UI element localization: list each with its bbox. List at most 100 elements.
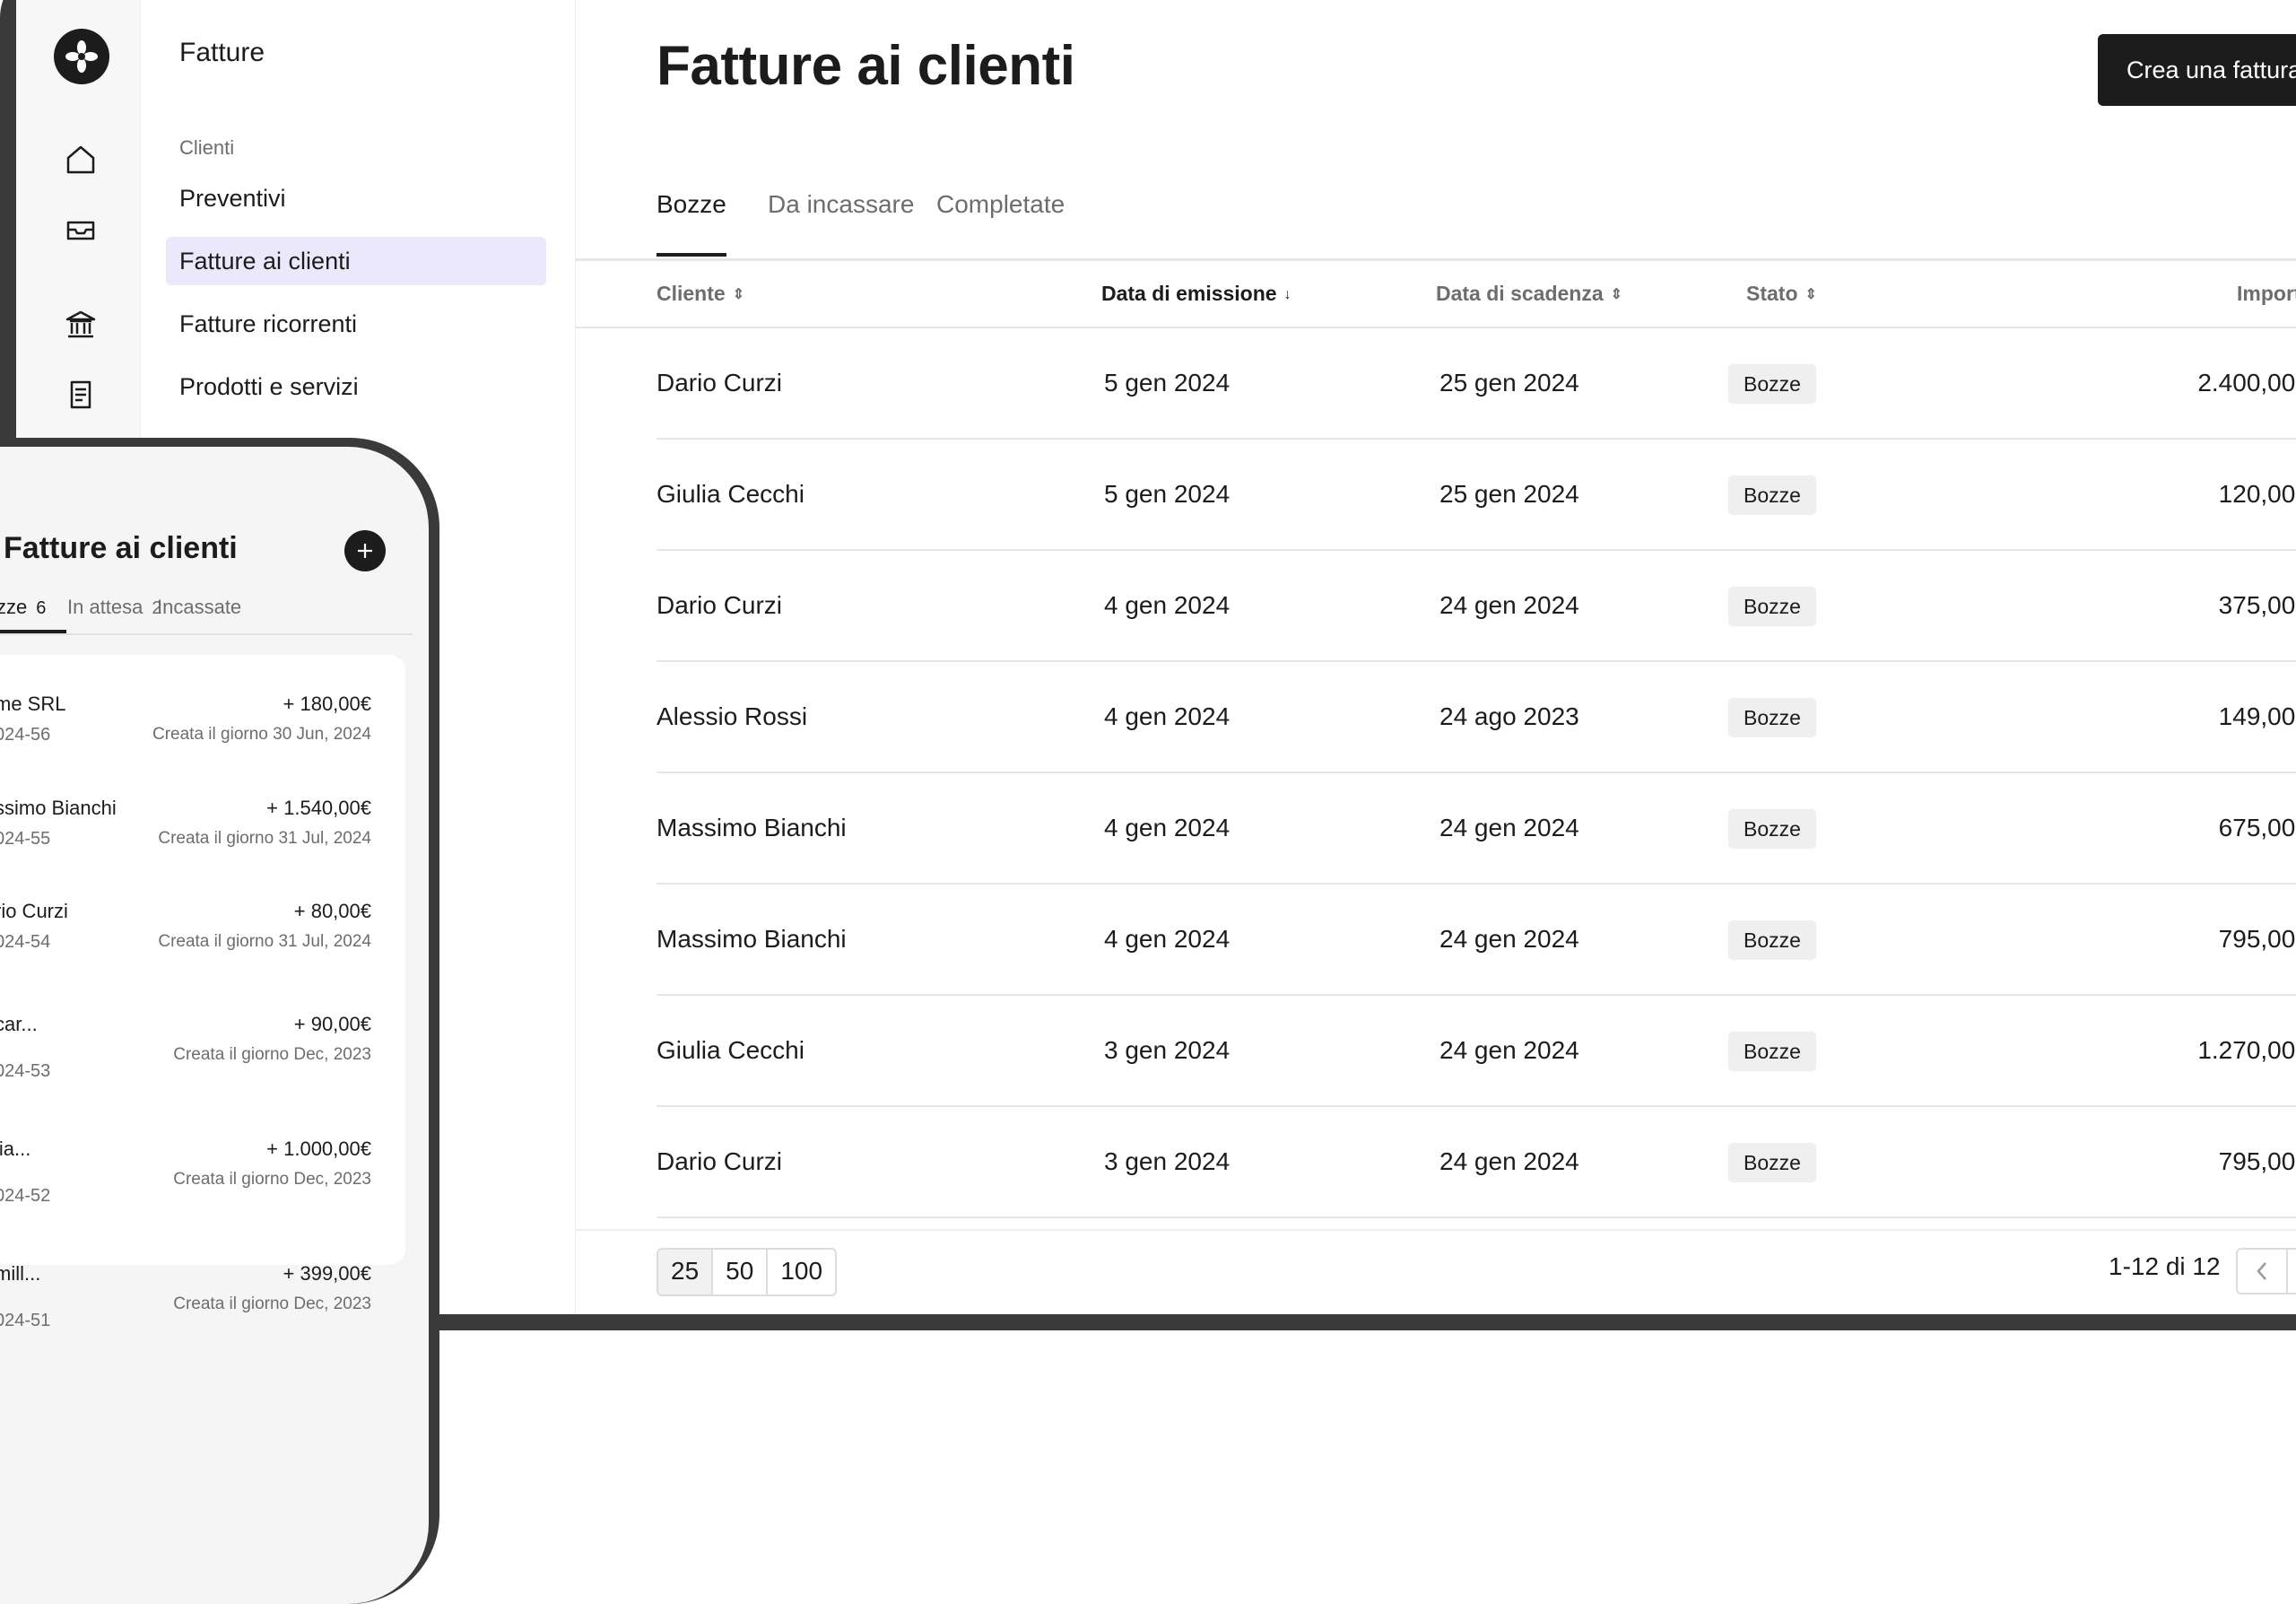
cell-importo: 375,00 EU (2218, 591, 2296, 619)
footer-divider (575, 1229, 2296, 1231)
phone-tab-bozze[interactable]: zze 6 (0, 596, 46, 619)
column-header-emissione[interactable]: Data di emissione ↓ (1101, 282, 1292, 306)
cell-scadenza: 24 gen 2024 (1439, 1036, 1579, 1064)
list-item[interactable]: ssimo Bianchi 024-55 + 1.540,00€ Creata … (0, 757, 404, 865)
column-header-stato[interactable]: Stato ⇕ (1746, 282, 1817, 306)
cell-cliente: Alessio Rossi (657, 702, 808, 730)
subnav-title: Fatture (179, 38, 265, 67)
next-page-button[interactable] (2286, 1250, 2296, 1293)
list-item-name: me SRL (0, 693, 66, 715)
table-row[interactable]: Dario Curzi 5 gen 2024 25 gen 2024 Bozze… (657, 328, 2296, 440)
list-item-amount: + 80,00€ (293, 900, 371, 922)
tab-da-incassare[interactable]: Da incassare (768, 190, 914, 257)
phone-tab-in-attesa[interactable]: In attesa 2 (67, 596, 162, 619)
cell-cliente: Dario Curzi (657, 369, 783, 397)
table-row[interactable]: Giulia Cecchi 5 gen 2024 25 gen 2024 Boz… (657, 440, 2296, 551)
cell-cliente: Massimo Bianchi (657, 814, 847, 841)
list-item-name: lia... (0, 1138, 31, 1160)
phone-tab-count: 6 (36, 598, 47, 618)
status-badge: Bozze (1728, 698, 1816, 737)
cell-importo: 675,00 EU (2218, 814, 2296, 841)
tab-bozze[interactable]: Bozze (657, 190, 726, 257)
logo-icon (65, 40, 98, 73)
status-badge: Bozze (1728, 1032, 1816, 1071)
status-badge: Bozze (1728, 920, 1816, 960)
cell-emissione: 3 gen 2024 (1104, 1036, 1231, 1064)
list-item[interactable]: rio Curzi 024-54 + 80,00€ Creata il gior… (0, 860, 404, 968)
subnav-item-fatture-ricorrenti[interactable]: Fatture ricorrenti (166, 300, 546, 348)
list-item-name: rio Curzi (0, 900, 68, 922)
table-row[interactable]: Dario Curzi 3 gen 2024 24 gen 2024 Bozze… (657, 1107, 2296, 1218)
list-item-name: ssimo Bianchi (0, 797, 117, 819)
page-size-selector: 25 50 100 (657, 1248, 838, 1296)
previous-page-button[interactable] (2238, 1250, 2286, 1293)
subnav-item-fatture-ai-clienti[interactable]: Fatture ai clienti (166, 237, 546, 285)
home-icon[interactable] (63, 142, 99, 178)
cell-importo: 149,00 EU (2218, 702, 2296, 730)
list-item-number: 024-54 (0, 932, 51, 952)
phone-invoice-list: me SRL 024-56 + 180,00€ Creata il giorno… (0, 655, 405, 1330)
subnav-item-preventivi[interactable]: Preventivi (166, 174, 546, 222)
inbox-icon[interactable] (63, 212, 99, 248)
list-item-number: 024-55 (0, 829, 51, 849)
page-size-100[interactable]: 100 (768, 1250, 835, 1295)
phone-tab-label: In attesa (67, 596, 144, 618)
cell-emissione: 4 gen 2024 (1104, 591, 1231, 619)
list-item-number: 024-56 (0, 725, 51, 745)
list-item[interactable]: me SRL 024-56 + 180,00€ Creata il giorno… (0, 655, 404, 763)
table-row[interactable]: Massimo Bianchi 4 gen 2024 24 gen 2024 B… (657, 885, 2296, 996)
list-item[interactable]: car... 024-53 + 90,00€ Creata il giorno … (0, 973, 404, 1081)
column-header-cliente[interactable]: Cliente ⇕ (657, 282, 744, 306)
phone-tab-active-indicator (0, 630, 66, 633)
cell-importo: 795,00 EU (2218, 1147, 2296, 1175)
page-size-50[interactable]: 50 (713, 1250, 769, 1295)
sort-descending-icon: ↓ (1283, 287, 1292, 302)
sort-icon: ⇕ (732, 287, 745, 302)
subnav-item-prodotti-e-servizi[interactable]: Prodotti e servizi (166, 362, 546, 411)
list-item-date: Creata il giorno Dec, 2023 (173, 1295, 371, 1313)
list-item-amount: + 180,00€ (283, 693, 371, 715)
list-item[interactable]: mill... 024-51 + 399,00€ Creata il giorn… (0, 1223, 404, 1330)
page-size-25[interactable]: 25 (658, 1250, 714, 1295)
create-invoice-button[interactable]: Crea una fattura (2098, 34, 2296, 106)
table-row[interactable]: Alessio Rossi 4 gen 2024 24 ago 2023 Boz… (657, 662, 2296, 773)
list-item-date: Creata il giorno Dec, 2023 (173, 1170, 371, 1189)
cell-cliente: Dario Curzi (657, 591, 783, 619)
bank-icon[interactable] (63, 307, 99, 343)
cell-emissione: 5 gen 2024 (1104, 369, 1231, 397)
list-item-number: 024-51 (0, 1311, 51, 1330)
list-item-date: Creata il giorno 31 Jul, 2024 (158, 932, 371, 951)
list-item-amount: + 90,00€ (293, 1013, 371, 1035)
subnav-section-label: Clienti (179, 136, 235, 159)
sort-icon: ⇕ (1805, 287, 1817, 302)
cell-cliente: Giulia Cecchi (657, 1036, 804, 1064)
main-content: Fatture ai clienti Crea una fattura Bozz… (575, 0, 2296, 1314)
cell-emissione: 5 gen 2024 (1104, 480, 1231, 508)
list-item-date: Creata il giorno 31 Jul, 2024 (158, 829, 371, 848)
table-row[interactable]: Giulia Cecchi 3 gen 2024 24 gen 2024 Boz… (657, 996, 2296, 1107)
phone-device: Fatture ai clienti zze 6 In attesa 2 Incas… (0, 438, 439, 1604)
cell-scadenza: 24 gen 2024 (1439, 1147, 1579, 1175)
invoice-icon[interactable] (63, 377, 99, 413)
status-badge: Bozze (1728, 1143, 1816, 1182)
tabs-divider (575, 258, 2296, 261)
table-row[interactable]: Dario Curzi 4 gen 2024 24 gen 2024 Bozze… (657, 551, 2296, 662)
phone-screen: Fatture ai clienti zze 6 In attesa 2 Incas… (0, 447, 429, 1604)
app-logo[interactable] (54, 29, 109, 84)
list-item[interactable]: lia... 024-52 + 1.000,00€ Creata il gior… (0, 1098, 404, 1206)
tab-completate[interactable]: Completate (936, 190, 1065, 257)
list-item-name: mill... (0, 1262, 41, 1285)
add-invoice-button[interactable] (344, 530, 386, 571)
column-header-importo[interactable]: Importo (2237, 282, 2296, 306)
table-row[interactable]: Massimo Bianchi 4 gen 2024 24 gen 2024 B… (657, 773, 2296, 885)
cell-emissione: 4 gen 2024 (1104, 925, 1231, 953)
status-badge: Bozze (1728, 809, 1816, 849)
cell-scadenza: 24 ago 2023 (1439, 702, 1579, 730)
cell-cliente: Giulia Cecchi (657, 480, 804, 508)
cell-emissione: 4 gen 2024 (1104, 702, 1231, 730)
column-header-scadenza[interactable]: Data di scadenza ⇕ (1436, 282, 1622, 306)
phone-tab-incassate[interactable]: Incassate (157, 596, 241, 619)
cell-emissione: 4 gen 2024 (1104, 814, 1231, 841)
phone-page-title: Fatture ai clienti (4, 531, 238, 565)
page-title: Fatture ai clienti (657, 35, 1075, 97)
